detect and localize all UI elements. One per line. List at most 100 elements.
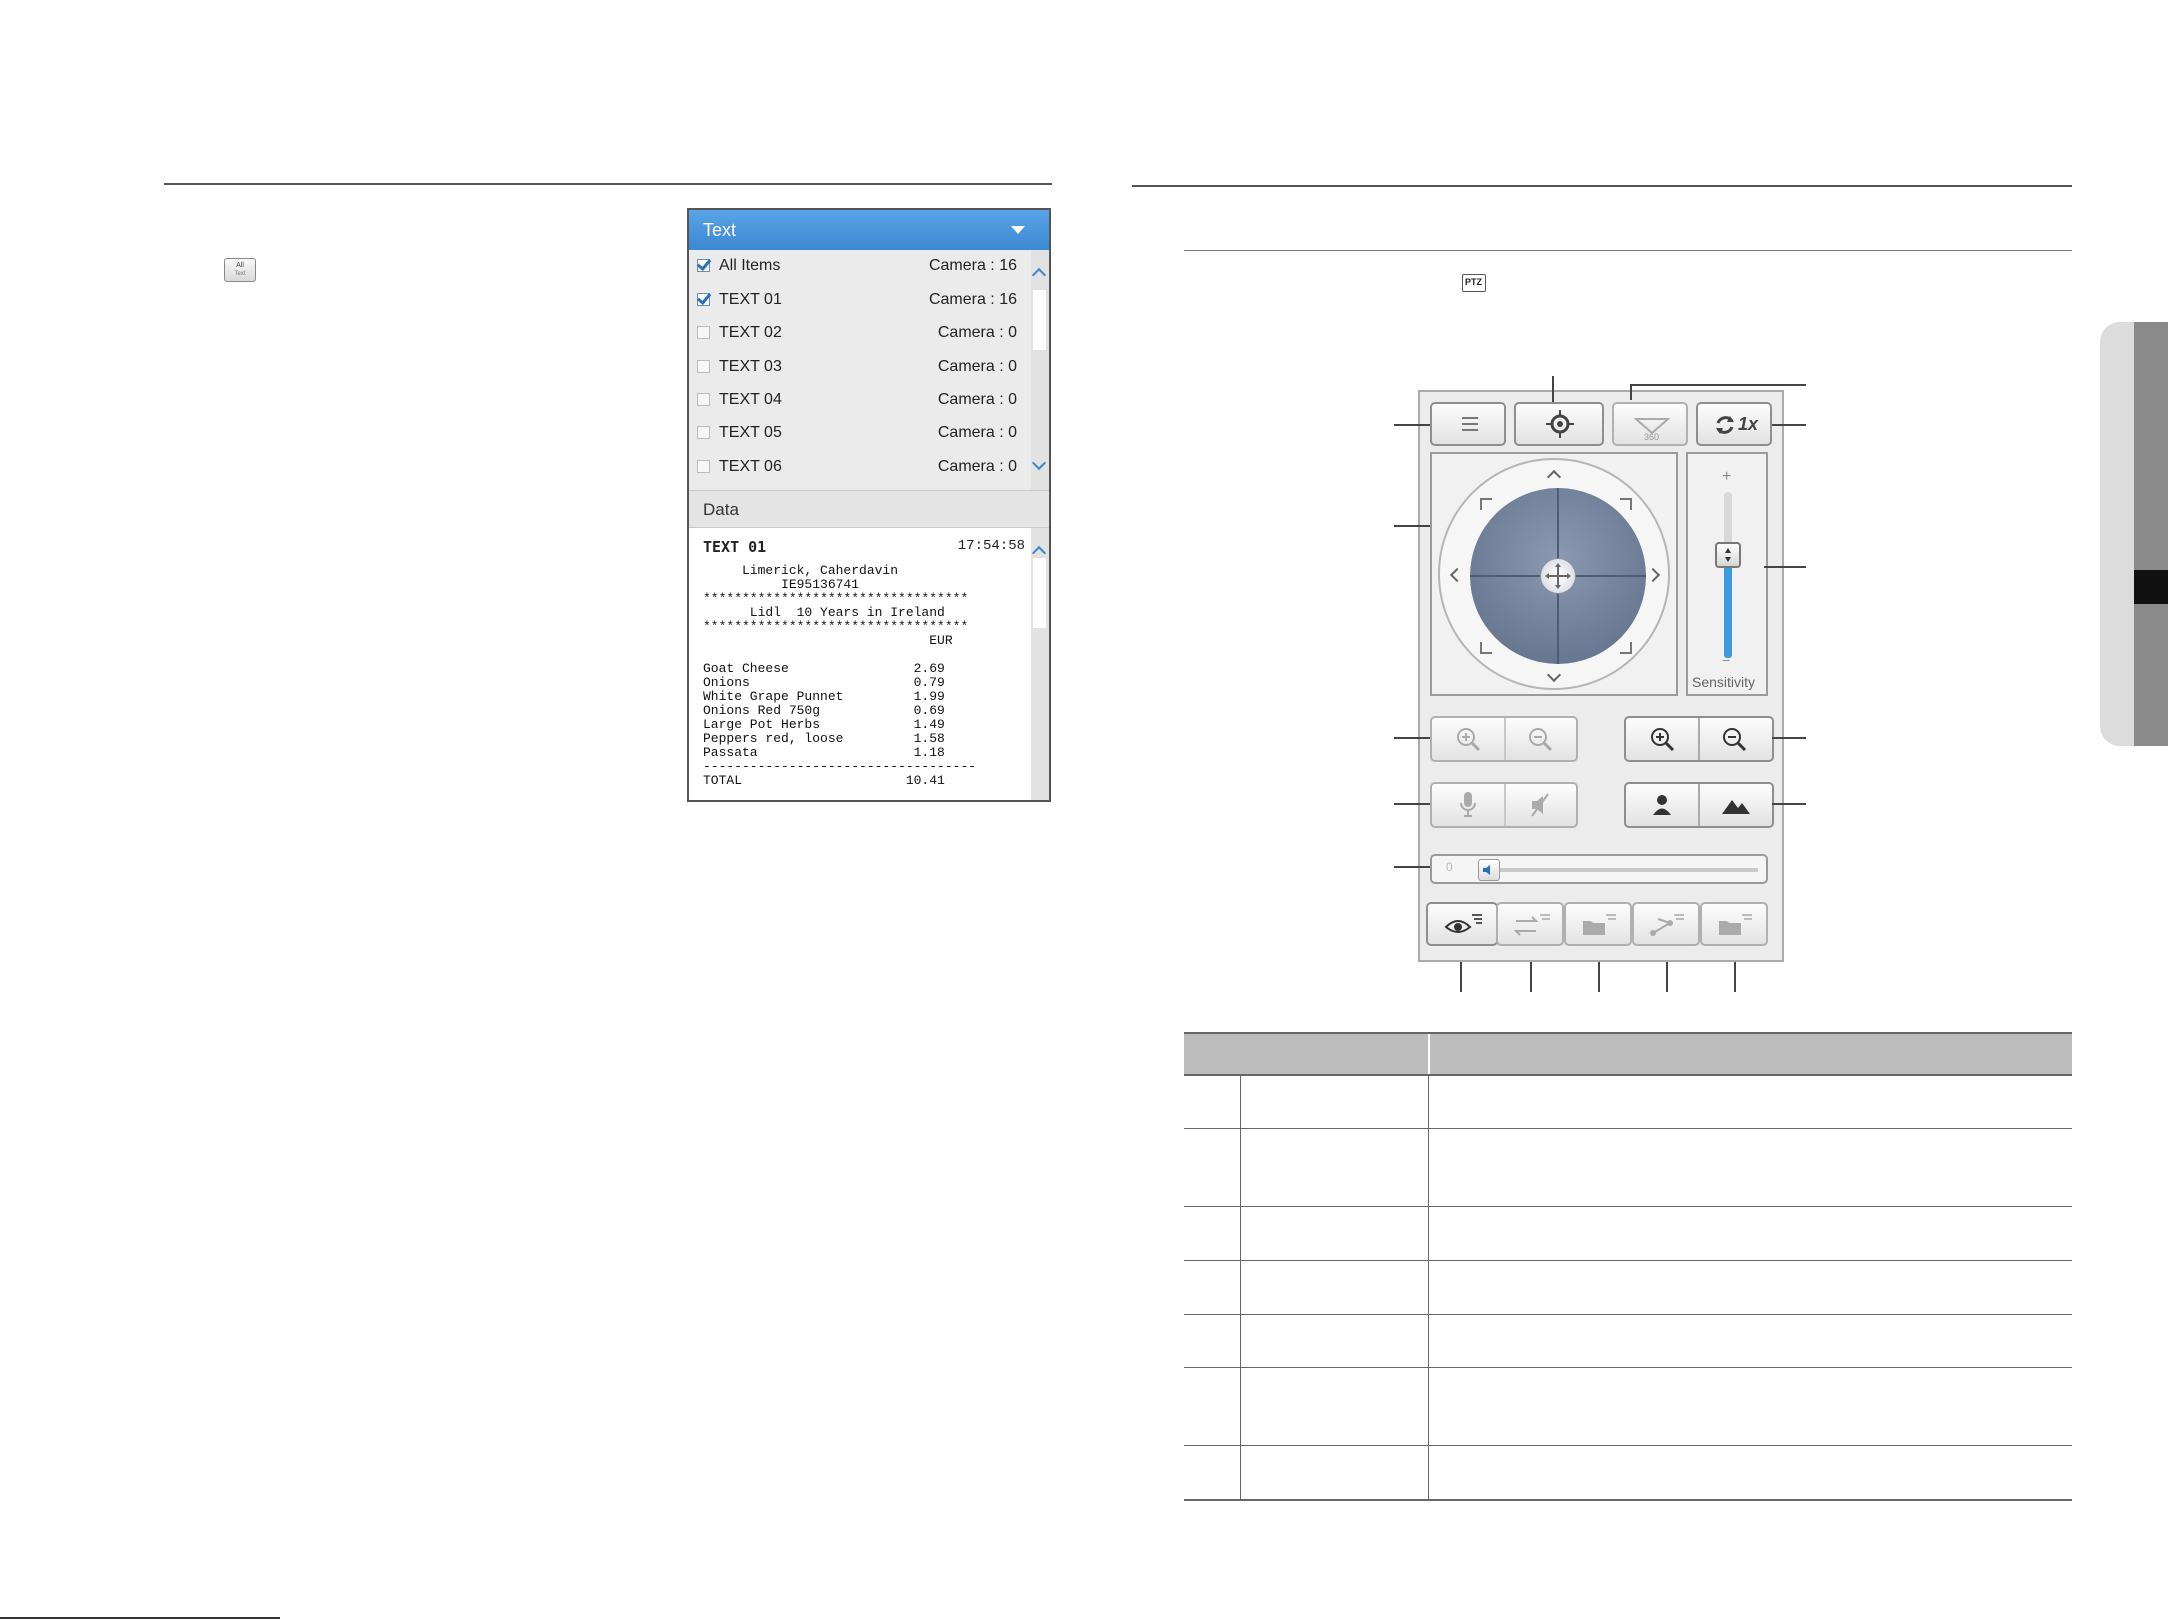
optical-zoom-group	[1624, 716, 1774, 762]
list-item-name: TEXT 06	[719, 458, 782, 475]
joystick-pad[interactable]	[1470, 488, 1646, 664]
checkbox[interactable]	[697, 326, 710, 339]
list-item[interactable]: TEXT 03 Camera : 0	[689, 351, 1033, 384]
callout-line	[1552, 376, 1554, 402]
callout-line	[1772, 737, 1806, 739]
move-arrows-icon	[1545, 563, 1571, 589]
aux-group	[1624, 782, 1774, 828]
callout-line	[1630, 384, 1806, 386]
trace-button[interactable]	[1700, 902, 1768, 946]
tour-button[interactable]	[1632, 902, 1700, 946]
list-item[interactable]: TEXT 01 Camera : 16	[689, 284, 1033, 317]
list-item[interactable]: TEXT 02 Camera : 0	[689, 317, 1033, 350]
left-top-rule	[164, 183, 1052, 185]
eye-button[interactable]	[1426, 902, 1498, 946]
list-item[interactable]: TEXT 04 Camera : 0	[689, 384, 1033, 417]
table-row-rule	[1184, 1314, 2072, 1315]
sensitivity-thumb[interactable]	[1715, 542, 1741, 569]
data-scrollbar[interactable]	[1031, 528, 1049, 800]
table-col-divider	[1428, 1074, 1429, 1500]
checkbox[interactable]	[697, 259, 710, 272]
checkbox[interactable]	[697, 360, 710, 373]
digital-zoom-in-button[interactable]	[1432, 718, 1506, 760]
view-360-label: 360	[1644, 432, 1660, 442]
callout-line	[1734, 962, 1736, 992]
swing-button[interactable]	[1496, 902, 1564, 946]
volume-thumb[interactable]	[1477, 859, 1500, 881]
digital-zoom-out-button[interactable]	[1506, 718, 1576, 760]
rotate-speed-label: 1x	[1738, 414, 1759, 434]
list-item-camera: Camera : 16	[928, 291, 1017, 308]
pan-down-icon[interactable]	[1546, 667, 1562, 683]
volume-bar: 0	[1430, 854, 1768, 884]
scrollbar-thumb[interactable]	[1033, 290, 1046, 350]
list-item[interactable]: TEXT 06 Camera : 0	[689, 451, 1033, 484]
receipt-text: Limerick, Caherdavin IE95136741 ********…	[703, 563, 977, 788]
table-row-rule	[1184, 1260, 2072, 1261]
callout-line	[1764, 566, 1806, 568]
table-row-rule	[1184, 1445, 2072, 1446]
text-list: All Items Camera : 16 TEXT 01 Camera : 1…	[689, 250, 1049, 490]
ptz-icon-label: PTZ	[1465, 277, 1482, 287]
zoom-out-button[interactable]	[1700, 718, 1772, 760]
list-scrollbar[interactable]	[1031, 250, 1049, 490]
joystick-knob[interactable]	[1540, 558, 1576, 594]
volume-min-label: 0	[1446, 860, 1453, 874]
menu-icon	[1462, 416, 1478, 432]
person-icon	[1653, 795, 1671, 815]
list-item-camera: Camera : 16	[928, 257, 1017, 274]
table-header-divider	[1428, 1034, 1430, 1074]
eye-icon	[1444, 914, 1482, 933]
pan-up-icon[interactable]	[1546, 469, 1562, 485]
callout-line	[1598, 962, 1600, 992]
group-button[interactable]	[1564, 902, 1632, 946]
person-button[interactable]	[1626, 784, 1700, 826]
scroll-up-icon[interactable]	[1031, 267, 1047, 283]
joystick-ring[interactable]	[1438, 458, 1670, 690]
table-row-rule	[1184, 1074, 2072, 1076]
text-panel-header[interactable]: Text	[689, 210, 1049, 250]
sensitivity-box: + − Sensitivity	[1686, 452, 1768, 696]
list-item-name: TEXT 01	[719, 291, 782, 308]
dropdown-arrow-icon[interactable]	[1011, 226, 1025, 234]
all-text-button-icon: All Text	[224, 258, 256, 282]
view-360-button[interactable]: 360	[1612, 402, 1688, 446]
zoom-in-button[interactable]	[1626, 718, 1700, 760]
right-top-rule	[1132, 185, 2072, 187]
target-icon	[1546, 410, 1574, 438]
list-item-name: All Items	[719, 257, 781, 274]
table-header	[1184, 1034, 2072, 1074]
table-row-rule	[1184, 1367, 2072, 1368]
list-item-camera: Camera : 0	[937, 458, 1017, 475]
checkbox[interactable]	[697, 426, 710, 439]
list-item-camera: Camera : 0	[937, 424, 1017, 441]
sensitivity-label: Sensitivity	[1692, 674, 1756, 690]
list-item[interactable]: TEXT 05 Camera : 0	[689, 417, 1033, 450]
menu-button[interactable]	[1430, 402, 1506, 446]
callout-line	[1460, 962, 1462, 992]
list-item[interactable]: All Items Camera : 16	[689, 250, 1033, 283]
zoom-in-icon	[1457, 728, 1481, 752]
joystick-box	[1430, 452, 1678, 696]
side-tab-active[interactable]	[2134, 570, 2168, 604]
list-item-name: TEXT 04	[719, 391, 782, 408]
checkbox[interactable]	[697, 460, 710, 473]
microphone-button[interactable]	[1432, 784, 1506, 826]
speaker-mute-icon	[1531, 793, 1549, 817]
sensitivity-plus: +	[1722, 468, 1732, 485]
landscape-button[interactable]	[1700, 784, 1772, 826]
callout-line	[1394, 866, 1430, 868]
right-second-rule	[1184, 250, 2072, 251]
checkbox[interactable]	[697, 393, 710, 406]
rotate-speed-button[interactable]: 1x	[1696, 402, 1772, 446]
scrollbar-thumb[interactable]	[1033, 558, 1046, 628]
speaker-mute-button[interactable]	[1506, 784, 1576, 826]
pan-right-icon[interactable]	[1645, 567, 1661, 583]
pan-left-icon[interactable]	[1449, 567, 1465, 583]
scroll-down-icon[interactable]	[1031, 455, 1047, 471]
preset-button[interactable]	[1514, 402, 1604, 446]
list-item-name: TEXT 03	[719, 358, 782, 375]
checkbox[interactable]	[697, 293, 710, 306]
list-item-name: TEXT 02	[719, 324, 782, 341]
volume-track[interactable]	[1478, 868, 1758, 872]
